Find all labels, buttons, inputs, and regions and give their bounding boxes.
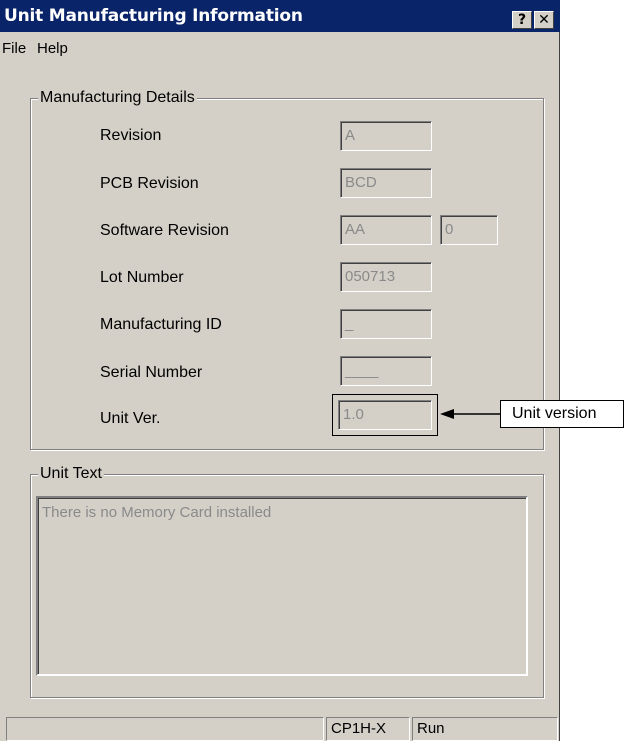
status-model: CP1H-X xyxy=(326,717,410,741)
software-revision-label: Software Revision xyxy=(100,222,229,239)
unit-text-label: Unit Text xyxy=(38,465,104,483)
pcb-revision-field: BCD xyxy=(340,168,432,198)
callout-arrow-icon xyxy=(440,409,502,419)
serial-number-field: ____ xyxy=(340,356,432,386)
menu-bar: File Help xyxy=(0,32,560,62)
title-bar: Unit Manufacturing Information ? ✕ xyxy=(0,0,560,32)
revision-field: A xyxy=(340,121,432,151)
software-revision-sub-field: 0 xyxy=(440,215,498,245)
unit-text-area: There is no Memory Card installed xyxy=(36,496,528,676)
pcb-revision-label: PCB Revision xyxy=(100,175,199,192)
status-cell-blank xyxy=(6,717,324,741)
help-button[interactable]: ? xyxy=(512,11,532,29)
manufacturing-id-label: Manufacturing ID xyxy=(100,316,222,333)
menu-file[interactable]: File xyxy=(2,40,26,57)
lot-number-field: 050713 xyxy=(340,262,432,292)
serial-number-label: Serial Number xyxy=(100,364,203,381)
manufacturing-details-label: Manufacturing Details xyxy=(38,89,197,107)
menu-help[interactable]: Help xyxy=(37,40,68,57)
revision-label: Revision xyxy=(100,127,162,144)
window-title: Unit Manufacturing Information xyxy=(4,6,303,26)
unit-info-window: Unit Manufacturing Information ? ✕ File … xyxy=(0,0,560,741)
close-button[interactable]: ✕ xyxy=(534,11,554,29)
unit-version-highlight xyxy=(332,394,438,436)
software-revision-field: AA xyxy=(340,215,432,245)
unit-ver-label: Unit Ver. xyxy=(100,410,161,427)
lot-number-label: Lot Number xyxy=(100,269,184,286)
unit-version-callout: Unit version xyxy=(500,400,624,428)
status-mode: Run xyxy=(412,717,558,741)
manufacturing-id-field: _ xyxy=(340,309,432,339)
